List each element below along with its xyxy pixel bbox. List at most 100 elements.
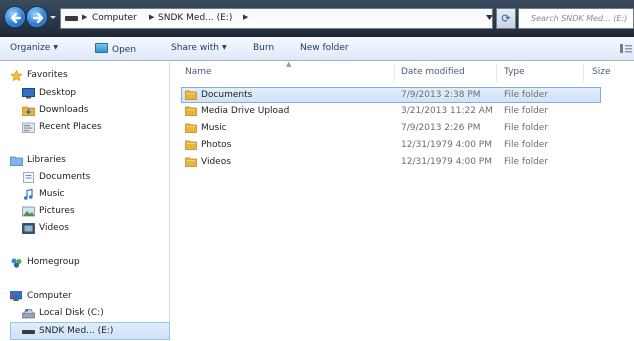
desktop-icon	[22, 88, 35, 99]
file-type: File folder	[504, 90, 549, 100]
folder-icon	[185, 157, 197, 167]
recent-places-icon	[22, 122, 35, 133]
address-bar-area: ▶ Computer ▶ SNDK Med... (E:) ▶ ⟳	[0, 0, 634, 37]
file-date-modified: 7/9/2013 2:26 PM	[401, 123, 481, 133]
nav-libraries[interactable]: Libraries	[0, 153, 168, 169]
nav-item-documents[interactable]: Documents	[0, 170, 168, 186]
star-icon	[10, 70, 23, 81]
nav-item-recent-places[interactable]: Recent Places	[0, 120, 168, 136]
nav-item-music[interactable]: Music	[0, 187, 168, 203]
nav-libraries-label: Libraries	[27, 155, 66, 165]
organize-label: Organize	[10, 43, 51, 53]
nav-item-downloads[interactable]: Downloads	[0, 103, 168, 119]
breadcrumb-separator-icon[interactable]: ▶	[82, 13, 87, 21]
file-row-media-drive-upload[interactable]: Media Drive Upload 3/21/2013 11:22 AM Fi…	[171, 104, 634, 120]
share-with-label: Share with	[171, 43, 219, 53]
organize-button[interactable]: Organize ▼	[10, 43, 58, 53]
drive-icon	[22, 330, 35, 334]
new-folder-button[interactable]: New folder	[300, 43, 349, 53]
open-label: Open	[112, 45, 137, 55]
file-type: File folder	[504, 106, 549, 116]
nav-item-label: Documents	[39, 172, 91, 182]
breadcrumb-separator-icon[interactable]: ▶	[243, 13, 248, 21]
nav-item-videos[interactable]: Videos	[0, 221, 168, 237]
file-date-modified: 12/31/1979 4:00 PM	[401, 157, 492, 167]
breadcrumb-current-drive[interactable]: SNDK Med... (E:)	[158, 13, 232, 23]
chevron-down-icon: ▼	[221, 44, 227, 51]
column-divider[interactable]	[394, 64, 395, 82]
nav-favorites-label: Favorites	[27, 70, 68, 80]
file-name: Videos	[201, 157, 231, 167]
nav-item-label: Downloads	[39, 105, 89, 115]
breadcrumb-separator-icon[interactable]: ▶	[149, 13, 154, 21]
sort-ascending-icon: ▲	[286, 60, 292, 68]
back-button[interactable]	[4, 6, 26, 28]
file-name: Music	[201, 123, 227, 133]
new-folder-label: New folder	[300, 43, 349, 53]
file-date-modified: 3/21/2013 11:22 AM	[401, 106, 493, 116]
file-row-photos[interactable]: Photos 12/31/1979 4:00 PM File folder	[171, 138, 634, 154]
nav-homegroup[interactable]: Homegroup	[0, 255, 168, 271]
burn-button[interactable]: Burn	[253, 43, 274, 53]
column-divider[interactable]	[583, 64, 584, 82]
nav-item-label: Recent Places	[39, 122, 102, 132]
folder-icon	[185, 106, 197, 116]
documents-icon	[23, 172, 34, 183]
nav-item-desktop[interactable]: Desktop	[0, 86, 168, 102]
search-input[interactable]	[519, 9, 631, 28]
forward-button[interactable]	[26, 6, 48, 28]
command-toolbar: Organize ▼ Open Share with ▼ Burn New fold…	[0, 37, 634, 61]
column-header-name[interactable]: Name	[185, 67, 212, 77]
nav-item-label: SNDK Med... (E:)	[39, 326, 114, 336]
nav-item-label: Desktop	[39, 88, 77, 98]
refresh-button[interactable]: ⟳	[496, 8, 516, 29]
file-date-modified: 7/9/2013 2:38 PM	[401, 90, 481, 100]
column-header-type[interactable]: Type	[504, 67, 525, 77]
file-type: File folder	[504, 140, 549, 150]
nav-item-label: Music	[39, 189, 65, 199]
refresh-icon: ⟳	[501, 12, 511, 25]
music-icon	[24, 189, 33, 200]
file-row-music[interactable]: Music 7/9/2013 2:26 PM File folder	[171, 121, 634, 137]
nav-favorites[interactable]: Favorites	[0, 68, 168, 84]
file-list-pane: ▲ Name Date modified Type Size Documents…	[171, 60, 634, 341]
drive-icon	[65, 16, 78, 21]
column-header-date-modified[interactable]: Date modified	[401, 67, 465, 77]
library-icon	[10, 156, 23, 166]
nav-item-sndk-drive[interactable]: SNDK Med... (E:)	[10, 322, 170, 340]
file-type: File folder	[504, 157, 549, 167]
burn-label: Burn	[253, 43, 275, 53]
navigation-pane: Favorites Desktop Downloads Recent Place…	[0, 62, 170, 341]
nav-item-local-disk[interactable]: Local Disk (C:)	[0, 306, 168, 322]
videos-icon	[22, 223, 35, 234]
nav-item-label: Videos	[39, 223, 69, 233]
file-date-modified: 12/31/1979 4:00 PM	[401, 140, 492, 150]
address-breadcrumb-box[interactable]: ▶ Computer ▶ SNDK Med... (E:) ▶	[60, 8, 493, 29]
back-arrow-icon	[10, 12, 22, 24]
nav-item-pictures[interactable]: Pictures	[0, 204, 168, 220]
nav-computer[interactable]: Computer	[0, 289, 168, 305]
address-history-dropdown-icon[interactable]	[486, 15, 493, 20]
pictures-icon	[22, 206, 35, 217]
folder-icon	[185, 90, 197, 100]
nav-item-label: Pictures	[39, 206, 75, 216]
chevron-down-icon: ▼	[53, 44, 58, 51]
nav-item-label: Local Disk (C:)	[39, 308, 104, 318]
file-type: File folder	[504, 123, 549, 133]
share-with-button[interactable]: Share with ▼	[171, 43, 227, 53]
file-row-documents[interactable]: Documents 7/9/2013 2:38 PM File folder	[181, 87, 601, 103]
file-row-videos[interactable]: Videos 12/31/1979 4:00 PM File folder	[171, 155, 634, 171]
open-button[interactable]: Open	[95, 43, 136, 55]
open-folder-icon	[95, 43, 108, 53]
column-header-size[interactable]: Size	[592, 67, 610, 77]
change-view-icon[interactable]	[620, 43, 632, 54]
file-name: Media Drive Upload	[201, 106, 290, 116]
breadcrumb-computer[interactable]: Computer	[92, 13, 137, 23]
nav-computer-label: Computer	[27, 291, 72, 301]
column-divider[interactable]	[496, 64, 497, 82]
downloads-icon	[22, 106, 35, 116]
search-box[interactable]	[518, 8, 634, 29]
forward-arrow-icon	[32, 12, 44, 24]
homegroup-icon	[11, 258, 22, 268]
recent-pages-dropdown-icon[interactable]	[49, 12, 57, 22]
